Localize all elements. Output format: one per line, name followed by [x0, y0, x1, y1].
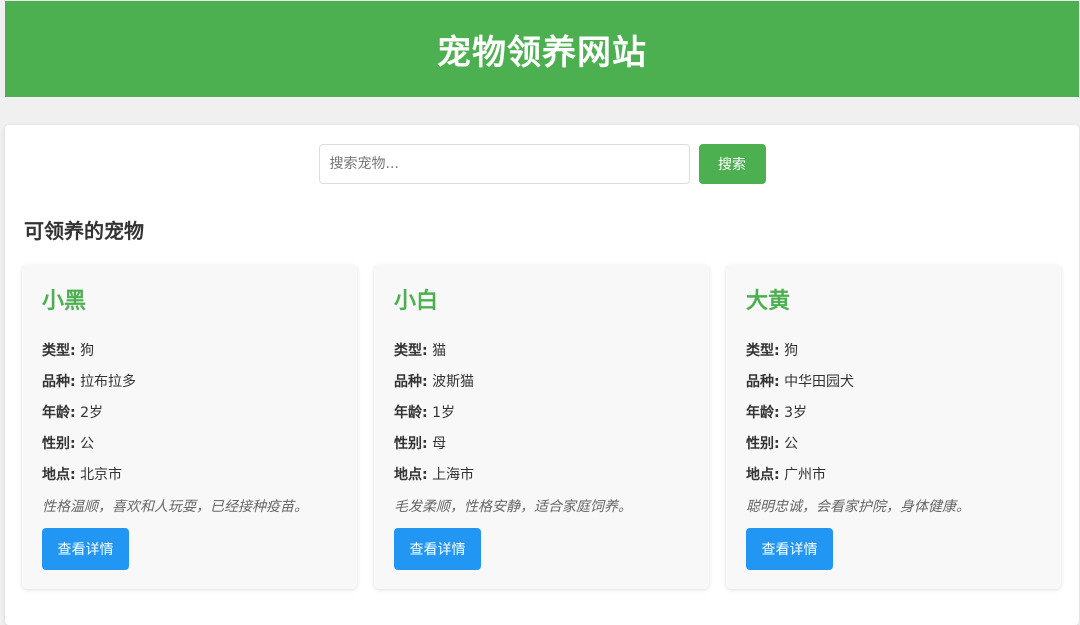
pet-type: 猫	[432, 343, 447, 359]
pet-age-row: 年龄: 1岁	[394, 398, 689, 429]
pet-gender-row: 性别: 母	[394, 429, 689, 460]
search-input[interactable]	[318, 144, 690, 184]
pet-gender-row: 性别: 公	[746, 429, 1041, 460]
type-label: 类型:	[394, 343, 428, 359]
location-label: 地点:	[394, 467, 428, 483]
pet-breed: 拉布拉多	[80, 374, 137, 390]
age-label: 年龄:	[746, 405, 780, 421]
pet-name: 小黑	[42, 289, 87, 314]
location-label: 地点:	[746, 467, 780, 483]
age-label: 年龄:	[42, 405, 76, 421]
pet-age-row: 年龄: 2岁	[42, 398, 337, 429]
pet-age-row: 年龄: 3岁	[746, 398, 1041, 429]
pet-location-row: 地点: 北京市	[42, 460, 337, 491]
pet-gender: 母	[432, 436, 447, 452]
pet-age: 1岁	[432, 405, 455, 421]
pet-location-row: 地点: 上海市	[394, 460, 689, 491]
pet-location: 上海市	[432, 467, 475, 483]
main-panel: 搜索 可领养的宠物 小黑 类型: 狗 品种: 拉布拉多 年龄: 2岁 性别: 公	[5, 125, 1079, 625]
type-label: 类型:	[42, 343, 76, 359]
search-button[interactable]: 搜索	[698, 144, 766, 184]
pet-location: 北京市	[80, 467, 123, 483]
pet-breed: 中华田园犬	[784, 374, 855, 390]
pet-breed-row: 品种: 波斯猫	[394, 367, 689, 398]
pet-description: 毛发柔顺，性格安静，适合家庭饲养。	[394, 499, 632, 515]
type-label: 类型:	[746, 343, 780, 359]
pet-name: 大黄	[746, 289, 791, 314]
view-details-button[interactable]: 查看详情	[42, 528, 129, 570]
location-label: 地点:	[42, 467, 76, 483]
pet-breed: 波斯猫	[432, 374, 475, 390]
pet-breed-row: 品种: 中华田园犬	[746, 367, 1041, 398]
gender-label: 性别:	[42, 436, 76, 452]
gender-label: 性别:	[394, 436, 428, 452]
breed-label: 品种:	[394, 374, 428, 390]
age-label: 年龄:	[394, 405, 428, 421]
pet-type: 狗	[80, 343, 95, 359]
pet-name: 小白	[394, 289, 439, 314]
pet-location: 广州市	[784, 467, 827, 483]
breed-label: 品种:	[746, 374, 780, 390]
breed-label: 品种:	[42, 374, 76, 390]
pet-card: 大黄 类型: 狗 品种: 中华田园犬 年龄: 3岁 性别: 公 地点: 广州市 …	[726, 265, 1061, 589]
pet-location-row: 地点: 广州市	[746, 460, 1041, 491]
site-header: 宠物领养网站	[5, 1, 1079, 97]
pet-breed-row: 品种: 拉布拉多	[42, 367, 337, 398]
pet-gender-row: 性别: 公	[42, 429, 337, 460]
pet-type-row: 类型: 猫	[394, 336, 689, 367]
pet-type-row: 类型: 狗	[746, 336, 1041, 367]
site-title: 宠物领养网站	[437, 32, 647, 73]
pet-card: 小白 类型: 猫 品种: 波斯猫 年龄: 1岁 性别: 母 地点: 上海市 毛发…	[374, 265, 709, 589]
pet-gender: 公	[80, 436, 95, 452]
pet-type-row: 类型: 狗	[42, 336, 337, 367]
pet-card-list: 小黑 类型: 狗 品种: 拉布拉多 年龄: 2岁 性别: 公 地点: 北京市 性…	[22, 265, 1061, 589]
section-title: 可领养的宠物	[24, 219, 144, 243]
pet-age: 3岁	[784, 405, 807, 421]
pet-age: 2岁	[80, 405, 103, 421]
pet-description: 性格温顺，喜欢和人玩耍，已经接种疫苗。	[42, 499, 308, 515]
pet-card: 小黑 类型: 狗 品种: 拉布拉多 年龄: 2岁 性别: 公 地点: 北京市 性…	[22, 265, 357, 589]
view-details-button[interactable]: 查看详情	[746, 528, 833, 570]
view-details-button[interactable]: 查看详情	[394, 528, 481, 570]
pet-description: 聪明忠诚，会看家护院，身体健康。	[746, 499, 970, 515]
search-bar: 搜索	[5, 144, 1079, 184]
pet-gender: 公	[784, 436, 799, 452]
gender-label: 性别:	[746, 436, 780, 452]
pet-type: 狗	[784, 343, 799, 359]
